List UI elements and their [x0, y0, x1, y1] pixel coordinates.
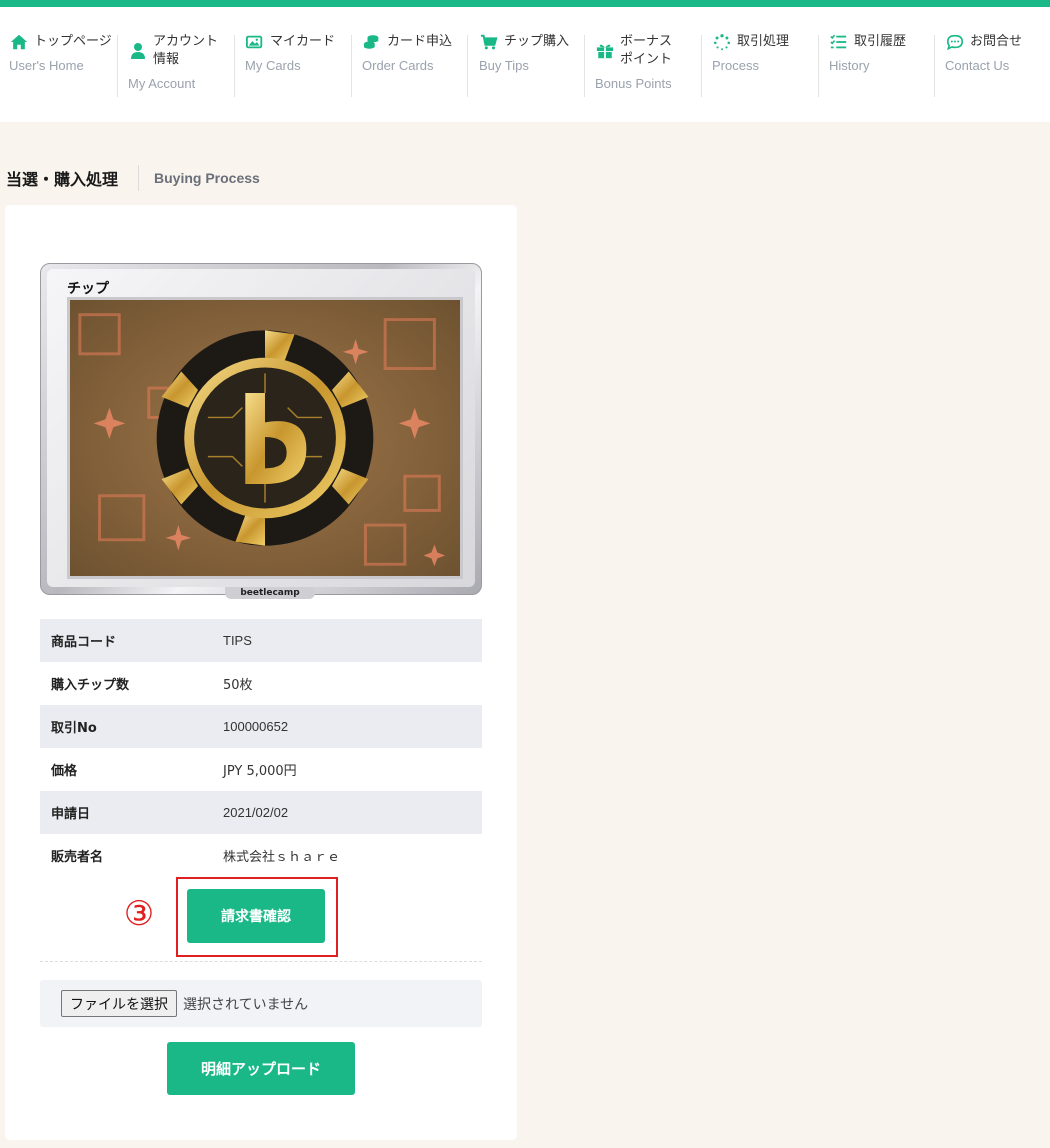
detail-value: 株式会社ｓｈａｒｅ [223, 850, 341, 865]
nav-label-en: My Cards [245, 58, 301, 73]
nav-item-buy-tips[interactable]: チップ購入 Buy Tips [479, 33, 569, 101]
detail-label: 販売者名 [51, 850, 104, 865]
nav-item-order-cards[interactable]: カード申込 Order Cards [362, 33, 452, 101]
nav-divider [467, 35, 468, 97]
nav-label-jp: アカウント [153, 34, 219, 49]
table-row: 販売者名 株式会社ｓｈａｒｅ [40, 834, 482, 877]
nav-label-en: My Account [128, 76, 196, 91]
page-title: 当選・購入処理 [6, 170, 119, 189]
nav-label-jp: マイカード [270, 34, 336, 49]
invoice-confirm-button[interactable]: 請求書確認 [187, 889, 325, 943]
detail-value: 100000652 [223, 719, 289, 734]
table-row: 価格 JPY 5,000円 [40, 748, 482, 791]
nav-item-my-cards[interactable]: マイカード My Cards [245, 33, 335, 101]
nav-label-jp-line2: 情報 [153, 52, 180, 67]
step-marker: ③ [123, 894, 155, 934]
nav-divider [818, 35, 819, 97]
nav-item-home[interactable]: トップページ User's Home [9, 33, 112, 101]
nav-label-en: Buy Tips [479, 58, 529, 73]
detail-value: TIPS [223, 633, 252, 648]
nav-divider [584, 35, 585, 97]
divider [40, 961, 482, 962]
detail-label: 申請日 [51, 807, 91, 822]
file-upload-area: ファイルを選択 選択されていません [40, 980, 482, 1027]
nav-label-en: Order Cards [362, 58, 434, 73]
image-icon [245, 33, 265, 51]
product-card-image: チップ beetlecamp [40, 263, 482, 599]
nav-label-jp: カード申込 [387, 34, 453, 49]
main-nav: トップページ User's Home アカウント 情報 My Account マ… [0, 7, 1050, 122]
nav-item-contact[interactable]: お問合せ Contact Us [945, 33, 1022, 101]
page-subtitle: Buying Process [154, 170, 260, 186]
nav-divider [117, 35, 118, 97]
coins-icon [362, 33, 382, 51]
detail-value: 50枚 [223, 678, 253, 693]
home-icon [9, 33, 29, 51]
nav-label-en: Process [712, 58, 759, 73]
user-icon [128, 42, 148, 60]
title-divider [138, 165, 140, 191]
detail-label: 価格 [51, 764, 78, 779]
spinner-icon [712, 33, 732, 51]
nav-item-process[interactable]: 取引処理 Process [712, 33, 789, 101]
table-row: 申請日 2021/02/02 [40, 791, 482, 834]
cart-icon [479, 33, 499, 51]
file-status: 選択されていません [183, 996, 309, 1013]
nav-item-account[interactable]: アカウント 情報 My Account [128, 33, 218, 101]
nav-label-jp: ボーナス [620, 34, 673, 49]
nav-divider [234, 35, 235, 97]
chip-artwork [67, 297, 463, 579]
card-brand: beetlecamp [225, 587, 315, 599]
nav-divider [351, 35, 352, 97]
table-row: 商品コード TIPS [40, 619, 482, 662]
nav-label-jp: お問合せ [970, 34, 1023, 49]
card-frame: チップ beetlecamp [47, 269, 475, 599]
purchase-details-table: 商品コード TIPS 購入チップ数 50枚 取引No 100000652 価格 … [40, 619, 482, 877]
detail-label: 購入チップ数 [51, 678, 130, 693]
nav-label-en: Bonus Points [595, 76, 672, 91]
nav-item-history[interactable]: 取引履歴 History [829, 33, 906, 101]
nav-label-en: History [829, 58, 870, 73]
gift-icon [595, 42, 615, 60]
upload-statement-button[interactable]: 明細アップロード [167, 1042, 355, 1095]
nav-item-bonus-points[interactable]: ボーナス ポイント Bonus Points [595, 33, 672, 101]
nav-label-jp: 取引履歴 [854, 34, 907, 49]
chat-icon [945, 33, 965, 51]
purchase-panel: チップ beetlecamp 商品コード TIPS 購入チップ数 50枚 取引N… [5, 205, 517, 1140]
nav-label-en: Contact Us [945, 58, 1010, 73]
top-accent-bar [0, 0, 1050, 7]
nav-divider [934, 35, 935, 97]
table-row: 購入チップ数 50枚 [40, 662, 482, 705]
nav-label-jp-line2: ポイント [620, 52, 673, 67]
detail-value: 2021/02/02 [223, 805, 289, 820]
card-label: チップ [67, 281, 109, 297]
detail-label: 商品コード [51, 635, 117, 650]
detail-value: JPY 5,000円 [223, 764, 297, 779]
choose-file-button[interactable]: ファイルを選択 [61, 990, 177, 1017]
section-header: 当選・購入処理 Buying Process [6, 165, 260, 191]
nav-label-jp: トップページ [34, 34, 112, 49]
table-row: 取引No 100000652 [40, 705, 482, 748]
checklist-icon [829, 33, 849, 51]
nav-label-jp: 取引処理 [737, 34, 790, 49]
nav-divider [701, 35, 702, 97]
detail-label: 取引No [51, 721, 97, 736]
nav-label-jp: チップ購入 [504, 34, 570, 49]
nav-label-en: User's Home [9, 58, 84, 73]
